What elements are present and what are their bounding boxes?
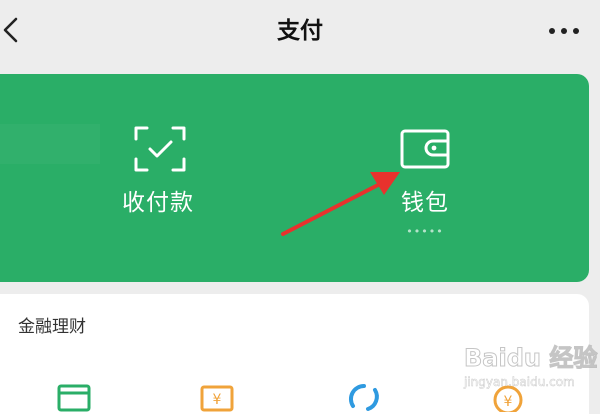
wallet-masked-balance: ••••• bbox=[406, 225, 444, 238]
card-background-shape bbox=[0, 124, 100, 164]
card-icon[interactable] bbox=[56, 382, 92, 412]
more-dots-icon[interactable] bbox=[547, 24, 581, 38]
svg-text:¥: ¥ bbox=[213, 392, 222, 408]
collect-pay-label: 收付款 bbox=[122, 190, 194, 216]
svg-text:¥: ¥ bbox=[504, 394, 513, 410]
wallet-icon bbox=[400, 129, 450, 169]
payment-card: 收付款 钱包 ••••• bbox=[0, 74, 589, 282]
wallet-button[interactable]: 钱包 ••••• bbox=[356, 74, 494, 282]
coin-icon[interactable]: ¥ bbox=[490, 382, 526, 412]
scan-check-icon bbox=[134, 126, 186, 172]
nav-bar: 支付 bbox=[0, 0, 600, 62]
refresh-icon[interactable] bbox=[346, 382, 382, 412]
page-title: 支付 bbox=[277, 18, 323, 44]
collect-pay-button[interactable]: 收付款 bbox=[89, 74, 227, 282]
wallet-label: 钱包 bbox=[401, 190, 449, 216]
finance-heading: 金融理财 bbox=[18, 317, 86, 337]
money-icon[interactable]: ¥ bbox=[199, 382, 235, 412]
finance-section: 金融理财 ¥ ¥ bbox=[0, 294, 589, 414]
